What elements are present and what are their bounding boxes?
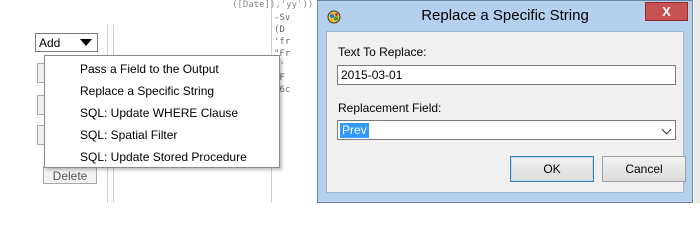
menu-item-replace-string[interactable]: Replace a Specific String [45, 80, 279, 102]
dialog-title: Replace a Specific String [421, 7, 589, 24]
dialog-titlebar[interactable]: Replace a Specific String X [318, 1, 692, 31]
text-to-replace-label: Text To Replace: [338, 45, 427, 59]
ok-button[interactable]: OK [510, 156, 594, 182]
chevron-down-icon[interactable] [661, 124, 672, 135]
delete-button[interactable]: Delete [43, 166, 97, 184]
replacement-field-label: Replacement Field: [338, 101, 442, 115]
add-dropdown[interactable]: Add [35, 33, 98, 52]
text-to-replace-input[interactable]: 2015-03-01 [337, 65, 676, 85]
dialog-body: Text To Replace: 2015-03-01 Replacement … [326, 31, 686, 193]
add-dropdown-menu: Pass a Field to the Output Replace a Spe… [44, 55, 280, 168]
background-app: ([Date]),'yy')) -Sv (D 'fr "Fr +' [F '6c… [0, 0, 314, 203]
close-button[interactable]: X [645, 2, 688, 21]
dropdown-arrow-icon[interactable] [80, 39, 92, 46]
code-line: -Sv [274, 13, 291, 23]
replacement-field-value: Prev [340, 123, 369, 138]
menu-item-sql-update-where[interactable]: SQL: Update WHERE Clause [45, 102, 279, 124]
replace-string-dialog: Replace a Specific String X Text To Repl… [317, 0, 693, 203]
code-text-top: ([Date]),'yy')) [232, 0, 314, 10]
menu-item-pass-field[interactable]: Pass a Field to the Output [45, 58, 279, 80]
replacement-field-select[interactable]: Prev [337, 120, 676, 140]
add-dropdown-value: Add [39, 35, 61, 50]
code-line: 'fr [274, 37, 291, 47]
cancel-button[interactable]: Cancel [602, 156, 686, 182]
code-line: (D [274, 25, 285, 35]
menu-item-sql-update-stored-procedure[interactable]: SQL: Update Stored Procedure [45, 146, 279, 168]
window-edge [694, 0, 700, 203]
menu-item-sql-spatial-filter[interactable]: SQL: Spatial Filter [45, 124, 279, 146]
